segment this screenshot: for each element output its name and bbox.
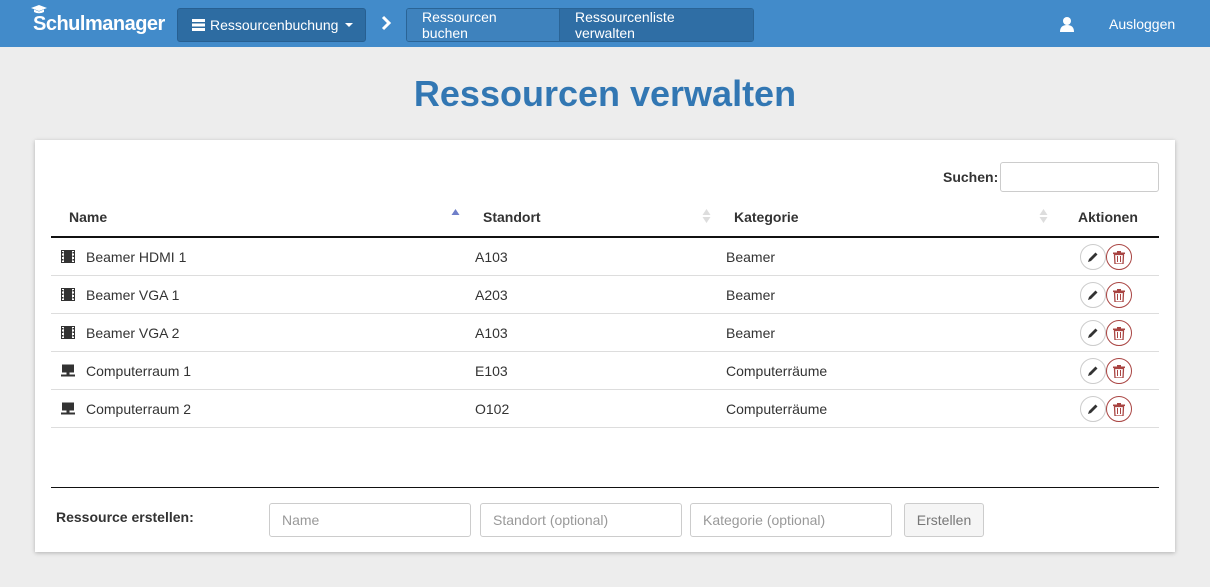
brand-logo[interactable]: Schulmanager bbox=[31, 5, 165, 37]
module-dropdown-button[interactable]: Ressourcenbuchung bbox=[177, 8, 366, 42]
column-header-standort[interactable]: Standort bbox=[483, 209, 541, 225]
trash-icon bbox=[1113, 326, 1125, 340]
film-icon bbox=[61, 326, 75, 339]
pencil-icon bbox=[1088, 252, 1098, 262]
table-row: Beamer VGA 2 A103 Beamer bbox=[51, 314, 1159, 352]
trash-icon bbox=[1113, 288, 1125, 302]
module-button-label: Ressourcenbuchung bbox=[210, 17, 339, 33]
breadcrumb-tabs: Ressourcen buchen Ressourcenliste verwal… bbox=[406, 8, 754, 42]
resource-standort: E103 bbox=[475, 363, 508, 379]
table-row: Computerraum 1 E103 Computerräume bbox=[51, 352, 1159, 390]
sort-both-icon[interactable] bbox=[702, 208, 711, 224]
edit-button[interactable] bbox=[1080, 282, 1106, 308]
table-row: Computerraum 2 O102 Computerräume bbox=[51, 390, 1159, 428]
edit-button[interactable] bbox=[1080, 320, 1106, 346]
resource-standort: A103 bbox=[475, 325, 508, 341]
resource-name: Beamer VGA 1 bbox=[86, 287, 180, 303]
new-resource-standort-input[interactable] bbox=[480, 503, 682, 537]
search-input[interactable] bbox=[1000, 162, 1159, 192]
edit-button[interactable] bbox=[1080, 396, 1106, 422]
server-icon bbox=[192, 19, 205, 31]
chevron-right-icon bbox=[381, 15, 392, 31]
film-icon bbox=[61, 288, 75, 301]
monitor-icon bbox=[61, 364, 75, 377]
resource-kategorie: Computerräume bbox=[726, 363, 828, 379]
resources-panel: Suchen: Name Standort Kategorie Aktionen… bbox=[35, 140, 1175, 552]
column-header-aktionen: Aktionen bbox=[1078, 209, 1138, 225]
edit-button[interactable] bbox=[1080, 358, 1106, 384]
resource-kategorie: Beamer bbox=[726, 287, 776, 303]
trash-icon bbox=[1113, 364, 1125, 378]
film-icon bbox=[61, 250, 75, 263]
resource-standort: O102 bbox=[475, 401, 510, 417]
table-header: Name Standort Kategorie Aktionen bbox=[51, 198, 1159, 238]
resource-kategorie: Beamer bbox=[726, 249, 776, 265]
pencil-icon bbox=[1088, 290, 1098, 300]
logout-link[interactable]: Ausloggen bbox=[1109, 16, 1175, 32]
resource-name: Computerraum 1 bbox=[86, 363, 192, 379]
delete-button[interactable] bbox=[1106, 358, 1132, 384]
caret-down-icon bbox=[345, 23, 354, 27]
resource-kategorie: Beamer bbox=[726, 325, 776, 341]
resource-kategorie: Computerräume bbox=[726, 401, 828, 417]
tab-ressourcen-buchen[interactable]: Ressourcen buchen bbox=[407, 9, 560, 41]
monitor-icon bbox=[61, 402, 75, 415]
trash-icon bbox=[1113, 250, 1125, 264]
pencil-icon bbox=[1088, 366, 1098, 376]
new-resource-name-input[interactable] bbox=[269, 503, 471, 537]
table-row: Beamer VGA 1 A203 Beamer bbox=[51, 276, 1159, 314]
create-button[interactable]: Erstellen bbox=[904, 503, 984, 537]
sort-both-icon[interactable] bbox=[1039, 208, 1048, 224]
table-row: Beamer HDMI 1 A103 Beamer bbox=[51, 238, 1159, 276]
delete-button[interactable] bbox=[1106, 244, 1132, 270]
edit-button[interactable] bbox=[1080, 244, 1106, 270]
delete-button[interactable] bbox=[1106, 320, 1132, 346]
graduation-cap-icon bbox=[31, 5, 47, 14]
delete-button[interactable] bbox=[1106, 396, 1132, 422]
sort-ascending-icon[interactable] bbox=[451, 208, 460, 224]
delete-button[interactable] bbox=[1106, 282, 1132, 308]
trash-icon bbox=[1113, 402, 1125, 416]
page-title: Ressourcen verwalten bbox=[413, 73, 797, 114]
brand-text: Schulmanager bbox=[33, 13, 165, 35]
divider bbox=[51, 487, 1159, 488]
create-resource-label: Ressource erstellen: bbox=[56, 509, 194, 525]
pencil-icon bbox=[1088, 404, 1098, 414]
tab-ressourcenliste-verwalten[interactable]: Ressourcenliste verwalten bbox=[560, 9, 753, 41]
resource-name: Computerraum 2 bbox=[86, 401, 192, 417]
column-header-name[interactable]: Name bbox=[69, 209, 107, 225]
search-label: Suchen: bbox=[943, 169, 999, 185]
resource-standort: A203 bbox=[475, 287, 508, 303]
pencil-icon bbox=[1088, 328, 1098, 338]
top-navbar: Schulmanager Ressourcenbuchung Ressource… bbox=[0, 0, 1210, 47]
resource-standort: A103 bbox=[475, 249, 508, 265]
resource-name: Beamer VGA 2 bbox=[86, 325, 180, 341]
user-icon[interactable] bbox=[1059, 16, 1075, 32]
resource-name: Beamer HDMI 1 bbox=[86, 249, 187, 265]
new-resource-kategorie-input[interactable] bbox=[690, 503, 892, 537]
column-header-kategorie[interactable]: Kategorie bbox=[734, 209, 799, 225]
